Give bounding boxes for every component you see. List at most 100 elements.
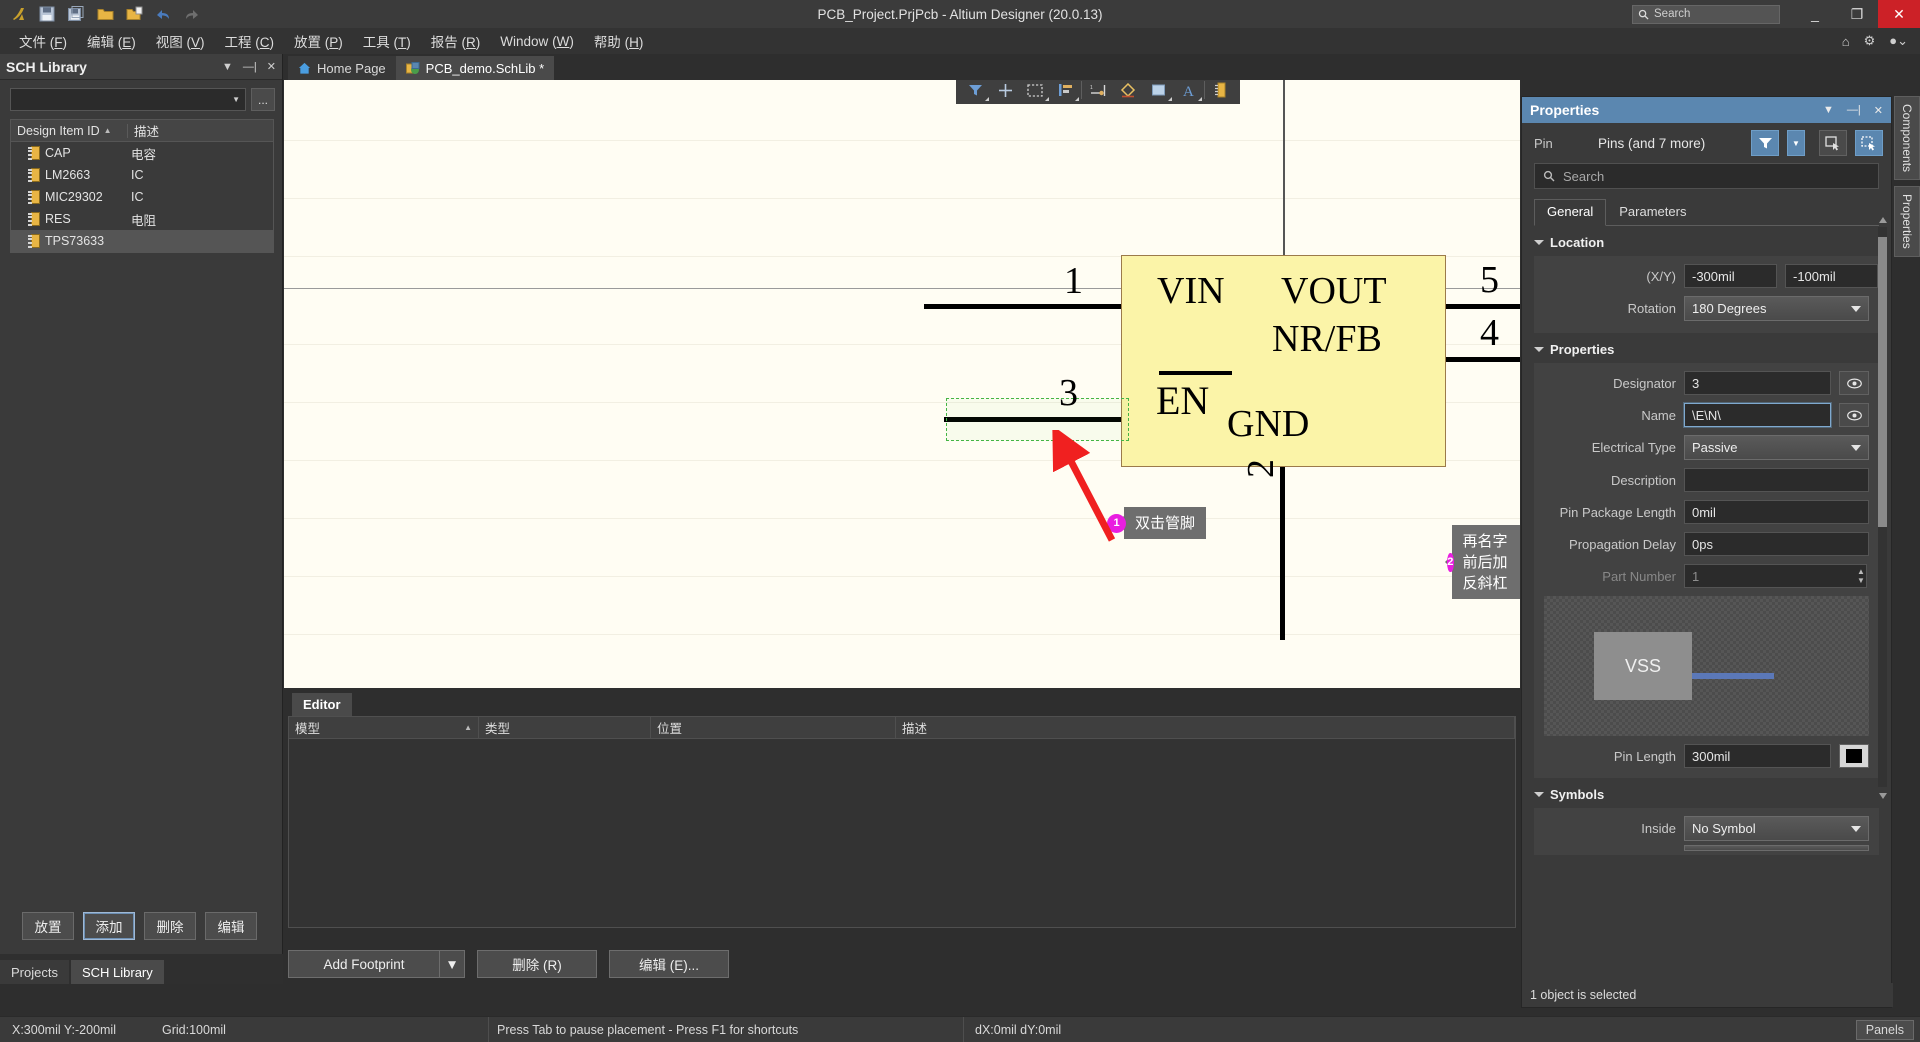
- tab-parameters[interactable]: Parameters: [1606, 199, 1699, 225]
- altium-logo-icon[interactable]: [8, 4, 28, 24]
- column-model[interactable]: 模型 ▲: [289, 716, 479, 739]
- electrical-type-select[interactable]: Passive: [1684, 435, 1869, 460]
- tab-editor[interactable]: Editor: [292, 693, 352, 716]
- user-icon[interactable]: ●⌄: [1889, 33, 1908, 49]
- tab-sch-library[interactable]: SCH Library: [70, 960, 164, 984]
- select-all-icon[interactable]: [1819, 130, 1847, 156]
- edit-footprint-button[interactable]: 编辑 (E)...: [609, 950, 729, 978]
- panels-button[interactable]: Panels: [1855, 1019, 1914, 1040]
- part-number-input[interactable]: 1: [1684, 564, 1867, 588]
- location-y-input[interactable]: -100mil: [1785, 264, 1878, 288]
- rotation-select[interactable]: 180 Degrees: [1684, 296, 1869, 321]
- edit-button[interactable]: 编辑: [205, 912, 257, 940]
- align-icon[interactable]: [1050, 80, 1080, 102]
- scroll-up-arrow-icon[interactable]: [1879, 217, 1887, 223]
- delete-button[interactable]: 删除: [144, 912, 196, 940]
- name-input[interactable]: \E\N\: [1684, 403, 1831, 427]
- library-filter-combo[interactable]: ▼: [10, 88, 246, 111]
- column-design-item-id[interactable]: Design Item ID ▲: [11, 123, 128, 138]
- menu-file[interactable]: 文件 (F): [10, 28, 76, 54]
- column-type[interactable]: 类型: [479, 716, 651, 739]
- crosshair-icon[interactable]: [990, 80, 1020, 102]
- restore-button[interactable]: ❐: [1836, 0, 1878, 28]
- part-number-stepper[interactable]: ▲ ▼: [1853, 567, 1869, 584]
- tab-home-page[interactable]: Home Page: [288, 56, 396, 80]
- pin-icon[interactable]: —|: [243, 61, 257, 73]
- column-description[interactable]: 描述: [128, 121, 159, 140]
- properties-scrollbar[interactable]: [1878, 217, 1887, 799]
- place-button[interactable]: 放置: [22, 912, 74, 940]
- vtab-properties[interactable]: Properties: [1894, 186, 1920, 257]
- add-button[interactable]: 添加: [83, 912, 135, 940]
- pin-icon[interactable]: 1: [1083, 80, 1113, 102]
- scroll-down-arrow-icon[interactable]: [1879, 793, 1887, 799]
- inside-edge-symbol-select[interactable]: [1684, 845, 1869, 851]
- undo-icon[interactable]: [153, 4, 173, 24]
- schematic-canvas[interactable]: 1 A 1 3 5 4 2 VIN VOUT NR/FB EN GND 1 双击…: [284, 80, 1520, 688]
- eraser-icon[interactable]: [1113, 80, 1143, 102]
- name-visibility-toggle[interactable]: [1839, 403, 1869, 427]
- tab-projects[interactable]: Projects: [0, 960, 69, 984]
- open-project-icon[interactable]: [124, 4, 144, 24]
- menu-view[interactable]: 视图 (V): [147, 28, 214, 54]
- close-icon[interactable]: ✕: [267, 60, 276, 73]
- column-description[interactable]: 描述: [896, 716, 1515, 739]
- global-search-box[interactable]: Search: [1632, 4, 1780, 24]
- save-icon[interactable]: [37, 4, 57, 24]
- menu-tools[interactable]: 工具 (T): [354, 28, 420, 54]
- table-row[interactable]: LM2663 IC: [11, 164, 273, 186]
- designator-visibility-toggle[interactable]: [1839, 371, 1869, 395]
- library-options-button[interactable]: ...: [251, 88, 275, 111]
- add-footprint-button[interactable]: Add Footprint: [288, 950, 440, 978]
- delete-footprint-button[interactable]: 删除 (R): [477, 950, 597, 978]
- chevron-down-icon[interactable]: ▼: [1823, 104, 1834, 116]
- description-input[interactable]: [1684, 468, 1869, 492]
- filter-icon[interactable]: [1751, 130, 1779, 156]
- propagation-delay-input[interactable]: 0ps: [1684, 532, 1869, 556]
- column-location[interactable]: 位置: [651, 716, 896, 739]
- pin-length-input[interactable]: 300mil: [1684, 744, 1831, 768]
- home-icon[interactable]: ⌂: [1842, 34, 1850, 49]
- model-grid[interactable]: 模型 ▲ 类型 位置 描述: [288, 716, 1516, 928]
- filter-icon[interactable]: [960, 80, 990, 102]
- close-button[interactable]: ✕: [1878, 0, 1920, 28]
- chip-icon[interactable]: [1206, 80, 1236, 102]
- gear-icon[interactable]: ⚙: [1864, 33, 1876, 49]
- location-x-input[interactable]: -300mil: [1684, 264, 1777, 288]
- tab-general[interactable]: General: [1534, 199, 1607, 226]
- section-header-properties[interactable]: Properties: [1522, 333, 1891, 363]
- open-folder-icon[interactable]: [95, 4, 115, 24]
- chevron-down-icon[interactable]: ▼: [222, 61, 233, 73]
- filter-dropdown-icon[interactable]: ▼: [1787, 130, 1805, 156]
- minimize-button[interactable]: _: [1794, 0, 1836, 28]
- menu-edit[interactable]: 编辑 (E): [78, 28, 145, 54]
- pin-color-swatch[interactable]: [1839, 744, 1869, 768]
- menu-project[interactable]: 工程 (C): [216, 28, 284, 54]
- menu-help[interactable]: 帮助 (H): [585, 28, 653, 54]
- tab-pcb-demo-schlib[interactable]: PCB_demo.SchLib *: [395, 56, 555, 80]
- rectangle-select-icon[interactable]: [1020, 80, 1050, 102]
- fill-icon[interactable]: [1143, 80, 1173, 102]
- menu-reports[interactable]: 报告 (R): [422, 28, 490, 54]
- designator-input[interactable]: 3: [1684, 371, 1831, 395]
- pin-package-length-input[interactable]: 0mil: [1684, 500, 1869, 524]
- table-row[interactable]: MIC29302 IC: [11, 186, 273, 208]
- close-icon[interactable]: ✕: [1874, 104, 1883, 117]
- vtab-components[interactable]: Components: [1894, 96, 1920, 181]
- scrollbar-thumb[interactable]: [1878, 237, 1887, 527]
- table-row[interactable]: CAP 电容: [11, 142, 273, 164]
- section-header-symbols[interactable]: Symbols: [1522, 778, 1891, 808]
- select-touching-icon[interactable]: [1855, 130, 1883, 156]
- add-footprint-dropdown[interactable]: ▼: [440, 950, 465, 978]
- pin-icon[interactable]: —|: [1847, 104, 1861, 116]
- section-header-location[interactable]: Location: [1522, 226, 1891, 256]
- selected-pin-box[interactable]: [946, 398, 1129, 441]
- menu-place[interactable]: 放置 (P): [285, 28, 352, 54]
- inside-symbol-select[interactable]: No Symbol: [1684, 816, 1869, 841]
- table-row-selected[interactable]: TPS73633: [11, 230, 273, 252]
- save-all-icon[interactable]: [66, 4, 86, 24]
- text-icon[interactable]: A: [1173, 80, 1203, 102]
- menu-window[interactable]: Window (W): [491, 31, 583, 52]
- properties-search-input[interactable]: Search: [1534, 163, 1879, 189]
- table-row[interactable]: RES 电阻: [11, 208, 273, 230]
